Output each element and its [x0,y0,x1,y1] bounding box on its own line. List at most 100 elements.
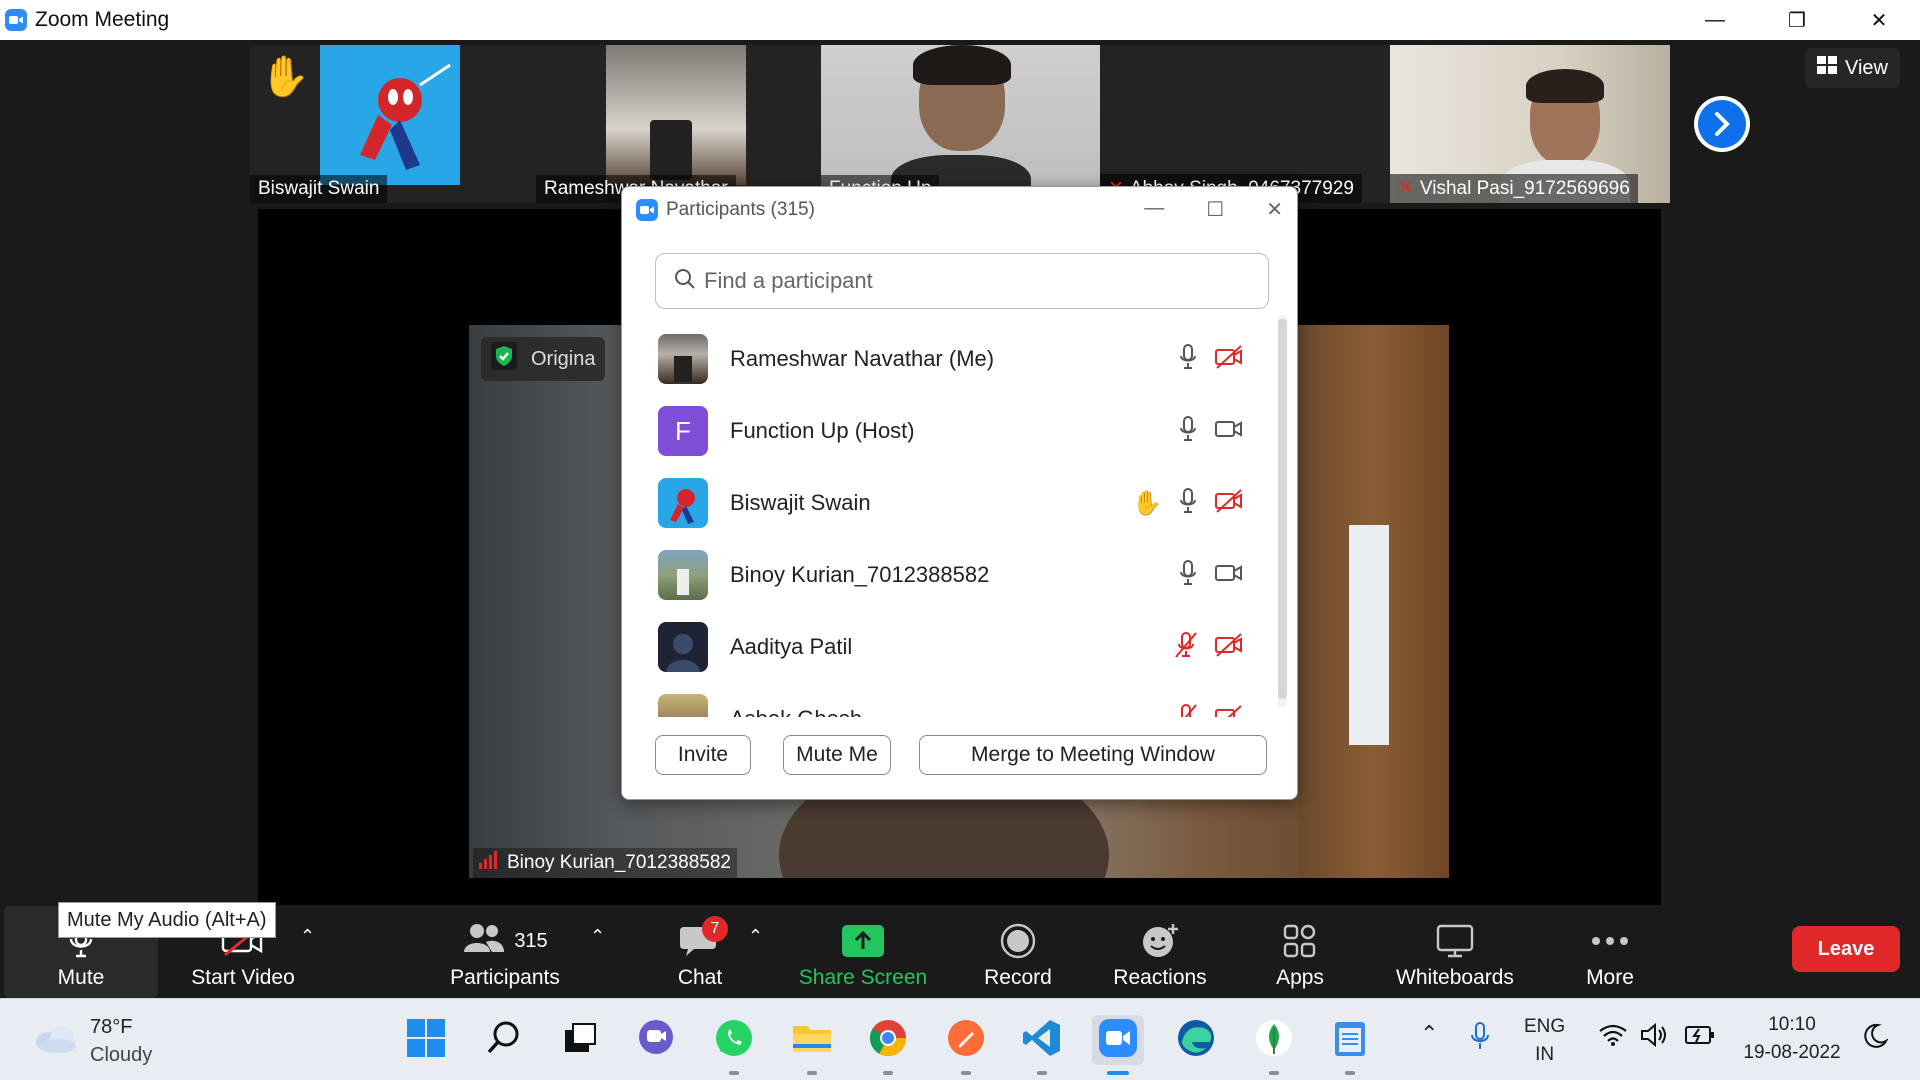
participants-title: Participants (315) [666,199,815,220]
participant-row[interactable]: Aaditya Patil [642,611,1252,683]
window-title: Zoom Meeting [35,8,170,31]
microphone-in-use-icon[interactable] [1470,1021,1490,1057]
participant-row[interactable]: F Function Up (Host) [642,395,1252,467]
thumbnail-abhay[interactable]: ✕ Abhay Singh_9467377929 [1100,45,1390,203]
notepad-taskbar-button[interactable] [1324,1015,1376,1075]
view-label: View [1845,56,1888,79]
mic-muted-icon[interactable] [1174,703,1198,717]
thumbnail-vishal[interactable]: ✕ Vishal Pasi_9172569696 [1390,45,1670,203]
minimize-button[interactable]: — [1674,0,1756,40]
task-view-button[interactable] [554,1015,606,1065]
running-indicator [1269,1071,1279,1075]
teams-chat-taskbar-button[interactable] [630,1015,682,1065]
mongodb-taskbar-button[interactable] [1248,1015,1300,1075]
start-button[interactable] [400,1015,452,1065]
zoom-taskbar-button[interactable] [1092,1015,1144,1075]
avatar [658,334,708,384]
video-off-icon[interactable] [1214,344,1244,375]
avatar [658,478,708,528]
maximize-icon[interactable]: ☐ [1206,197,1224,222]
video-icon[interactable] [1214,560,1244,591]
chat-options-caret[interactable]: ⌃ [748,926,763,947]
restore-button[interactable]: ❐ [1756,0,1838,40]
edge-taskbar-button[interactable] [1170,1015,1222,1065]
mic-muted-icon[interactable] [1174,631,1198,664]
file-explorer-taskbar-button[interactable] [786,1015,838,1075]
video-off-icon[interactable] [1214,632,1244,663]
thumbnail-rameshwar[interactable]: Rameshwar Navathar [536,45,821,203]
share-screen-button[interactable]: Share Screen [796,906,930,998]
active-indicator [1107,1071,1129,1075]
participant-row[interactable]: Binoy Kurian_7012388582 [642,539,1252,611]
running-indicator [1345,1071,1355,1075]
postman-icon [946,1018,986,1063]
more-button[interactable]: More [1560,906,1660,998]
mic-icon[interactable] [1178,415,1198,448]
close-icon[interactable]: ✕ [1266,197,1283,222]
mute-me-button[interactable]: Mute Me [783,735,891,775]
chrome-icon [868,1018,908,1063]
mic-icon[interactable] [1178,343,1198,376]
invite-button[interactable]: Invite [655,735,751,775]
mute-label: Mute [57,966,105,989]
minimize-icon[interactable]: — [1144,197,1164,222]
whiteboards-button[interactable]: Whiteboards [1384,906,1526,998]
mic-muted-icon: ✕ [1398,178,1414,199]
show-hidden-icons-caret[interactable]: ⌃ [1420,1021,1438,1047]
people-icon [462,922,506,960]
mic-icon[interactable] [1178,559,1198,592]
whatsapp-taskbar-button[interactable] [708,1015,760,1075]
chrome-taskbar-button[interactable] [862,1015,914,1075]
search-input[interactable] [704,268,1244,294]
original-sound-badge[interactable]: Origina [481,337,606,381]
participant-row[interactable]: Rameshwar Navathar (Me) [642,323,1252,395]
edge-icon [1176,1018,1216,1063]
running-indicator [961,1071,971,1075]
focus-assist-moon-icon[interactable] [1862,1023,1889,1055]
video-off-icon[interactable] [1214,704,1244,717]
postman-taskbar-button[interactable] [940,1015,992,1075]
participant-row[interactable]: Biswajit Swain ✋ [642,467,1252,539]
participant-controls [1178,415,1244,448]
thumbnail-function-up[interactable]: Function Up [821,45,1100,203]
meeting-toolbar: Mute Start Video ⌃ 315 Participants ⌃ 7 … [0,906,1920,998]
chat-button[interactable]: 7 Chat [650,906,750,998]
weather-widget[interactable]: 78°F Cloudy [34,1013,152,1069]
vscode-taskbar-button[interactable] [1016,1015,1068,1075]
video-options-caret[interactable]: ⌃ [300,926,315,947]
participant-list-scrollbar[interactable] [1278,315,1287,707]
participant-controls [1178,559,1244,592]
participants-options-caret[interactable]: ⌃ [590,926,605,947]
apps-button[interactable]: Apps [1250,906,1350,998]
video-off-icon[interactable] [1214,488,1244,519]
weather-temp: 78°F [90,1016,133,1038]
thumbnail-name: Biswajit Swain [250,175,388,203]
avatar: F [658,406,708,456]
video-icon[interactable] [1214,416,1244,447]
reactions-button[interactable]: Reactions [1100,906,1220,998]
clock[interactable]: 10:10 19-08-2022 [1736,1011,1848,1067]
zoom-logo-icon [636,199,658,221]
chat-bubble-icon [636,1019,676,1062]
merge-to-meeting-window-button[interactable]: Merge to Meeting Window [919,735,1267,775]
language-indicator[interactable]: ENG IN [1524,1013,1565,1069]
search-taskbar-button[interactable] [478,1015,530,1065]
scrollbar-thumb[interactable] [1278,319,1287,699]
view-button[interactable]: View [1805,48,1900,88]
next-page-button[interactable] [1694,96,1750,152]
close-button[interactable]: ✕ [1838,0,1920,40]
shield-check-icon [491,342,517,376]
participants-button[interactable]: 315 Participants [440,906,570,998]
wifi-icon[interactable] [1598,1023,1628,1053]
record-button[interactable]: Record [968,906,1068,998]
chat-badge: 7 [702,916,728,942]
participant-search[interactable] [655,253,1269,309]
thumbnail-biswajit[interactable]: ✋ Biswajit Swain [250,45,536,203]
running-indicator [883,1071,893,1075]
participant-row[interactable]: Ashok Ghosh [642,683,1252,717]
participant-name: Function Up (Host) [730,418,915,443]
leave-button[interactable]: Leave [1792,926,1900,972]
mic-icon[interactable] [1178,487,1198,520]
volume-icon[interactable] [1640,1021,1670,1055]
battery-charging-icon[interactable] [1684,1023,1716,1053]
